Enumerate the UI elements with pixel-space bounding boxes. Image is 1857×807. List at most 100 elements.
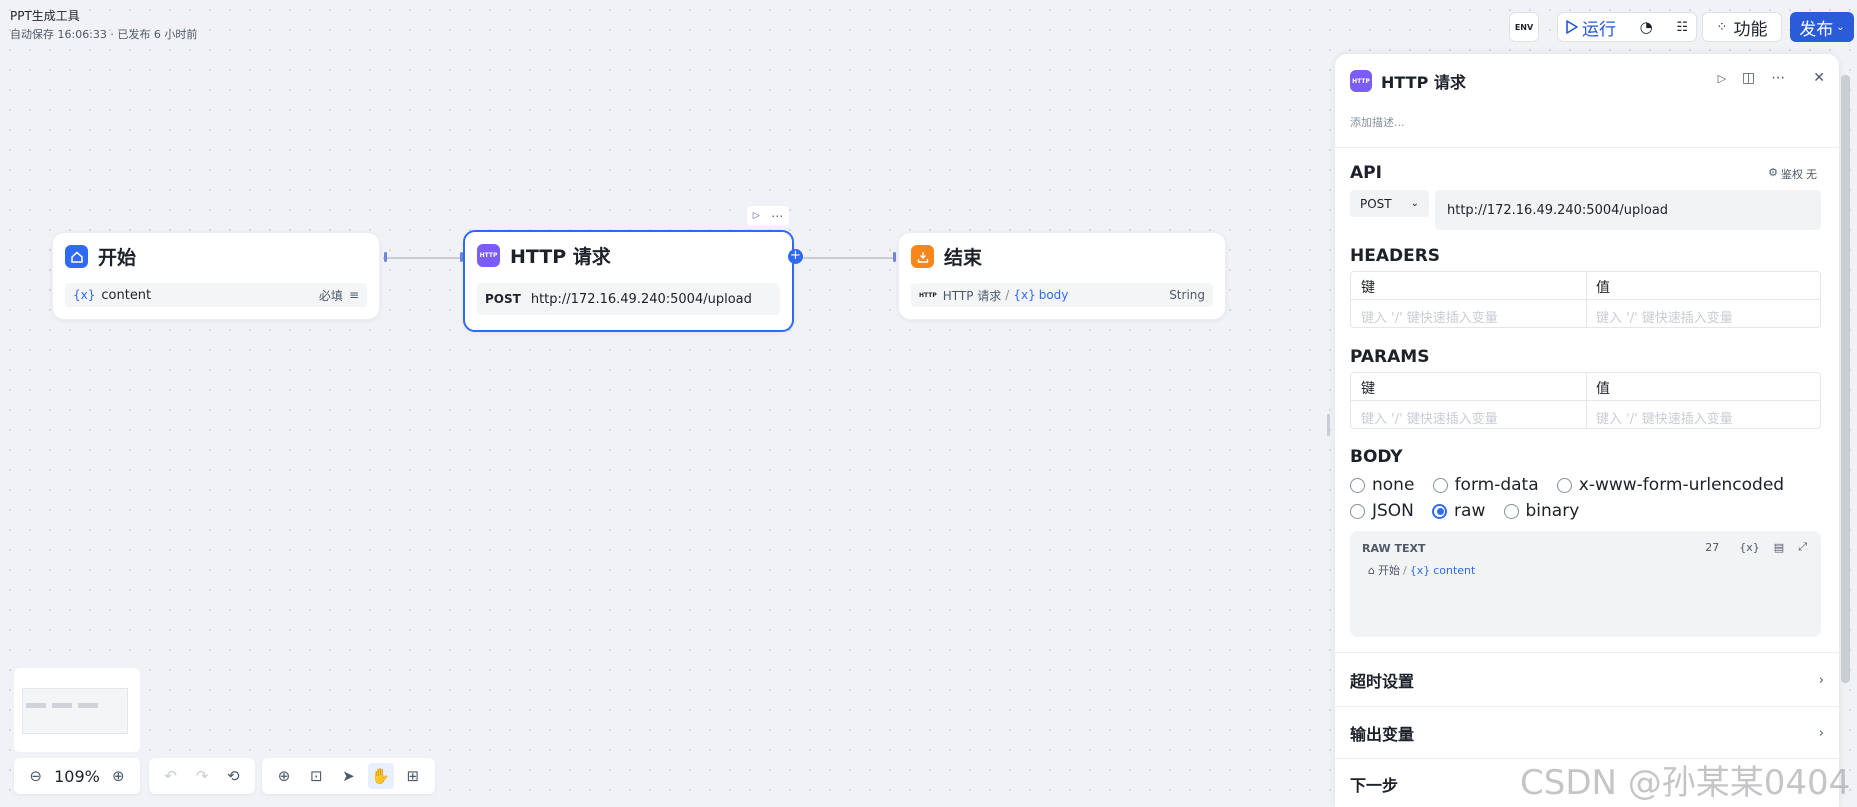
zoom-out-icon[interactable]: ⊖: [23, 763, 49, 789]
add-node-icon[interactable]: ⊕: [271, 763, 297, 789]
env-button[interactable]: ENV: [1509, 12, 1539, 42]
headers-key-input[interactable]: 键入 '/' 键快速插入变量: [1361, 307, 1498, 326]
headers-key-header: 键: [1361, 280, 1375, 296]
undo-icon[interactable]: ↶: [158, 763, 184, 789]
pointer-icon[interactable]: ➤: [335, 763, 361, 789]
redo-icon[interactable]: ↷: [189, 763, 215, 789]
params-key-header: 键: [1361, 381, 1375, 397]
publish-button[interactable]: 发布 ⌄: [1790, 12, 1854, 42]
ref-var: content: [1433, 563, 1476, 577]
divider: [1335, 652, 1839, 653]
close-icon[interactable]: ✕: [1813, 70, 1825, 86]
radio-circle: [1350, 477, 1365, 493]
watermark: CSDN @孙某某0404: [1520, 763, 1851, 803]
gear-icon: ⚙: [1768, 166, 1778, 179]
body-type-row-2: JSON raw binary: [1350, 501, 1593, 523]
save-status: 自动保存 16:06:33 · 已发布 6 小时前: [10, 28, 198, 41]
variable-icon: {x}: [1013, 288, 1036, 302]
http-node[interactable]: HTTP HTTP 请求 POST http://172.16.49.240:5…: [463, 230, 794, 332]
start-var-name: content: [101, 287, 152, 303]
output-section[interactable]: 输出变量 ›: [1350, 721, 1824, 745]
env-label: ENV: [1514, 22, 1534, 32]
add-node-icon[interactable]: +: [788, 249, 803, 264]
zoom-level[interactable]: 109%: [54, 767, 100, 786]
panel-resize-handle[interactable]: [1327, 414, 1330, 436]
params-value-header: 值: [1596, 381, 1610, 397]
menu-lines-icon: ≡: [348, 288, 359, 302]
timeout-title: 超时设置: [1350, 672, 1415, 691]
more-icon[interactable]: ⋯: [1771, 70, 1785, 86]
organize-icon[interactable]: ⊞: [400, 763, 426, 789]
start-node[interactable]: 开始 {x} content 必填 ≡: [52, 232, 380, 320]
auth-value: 无: [1806, 168, 1817, 181]
panel-title[interactable]: HTTP 请求: [1381, 69, 1466, 93]
run-node-icon[interactable]: ▷: [1718, 72, 1726, 85]
params-value-input[interactable]: 键入 '/' 键快速插入变量: [1596, 408, 1733, 427]
end-node-title: 结束: [944, 247, 983, 269]
divider: [1335, 706, 1839, 707]
type-label: String: [1169, 288, 1205, 302]
split-view-icon[interactable]: ◫: [1742, 70, 1755, 86]
http-node-title: HTTP 请求: [510, 246, 611, 268]
history-icon[interactable]: ⟲: [220, 763, 246, 789]
auth-label: 鉴权: [1781, 168, 1803, 181]
headers-value-header: 值: [1596, 280, 1610, 296]
gauge-icon[interactable]: ◔: [1640, 18, 1653, 36]
timeout-section[interactable]: 超时设置 ›: [1350, 668, 1824, 692]
auth-setting[interactable]: ⚙ 鉴权 无: [1768, 166, 1817, 182]
play-icon: [1566, 20, 1578, 34]
grid-icon: ⁘: [1716, 19, 1728, 35]
note-icon[interactable]: ⊡: [303, 763, 329, 789]
zoom-in-icon[interactable]: ⊕: [105, 763, 131, 789]
edge-http-end: [797, 257, 894, 259]
hand-icon[interactable]: ✋: [367, 763, 394, 789]
exit-icon: [911, 245, 934, 268]
canvas-toolbar: ⊕ ⊡ ➤ ✋ ⊞: [262, 758, 435, 794]
description-input[interactable]: 添加描述...: [1350, 114, 1405, 130]
body-radio-urlencoded[interactable]: x-www-form-urlencoded: [1556, 475, 1784, 495]
ref-separator: /: [1005, 288, 1010, 302]
expand-icon[interactable]: ⤢: [1798, 540, 1807, 554]
end-node[interactable]: 结束 HTTP HTTP 请求 / {x} body String: [898, 232, 1226, 320]
raw-text-variable-ref: ⌂ 开始 / {x} content: [1368, 562, 1475, 578]
radio-label: raw: [1454, 501, 1486, 521]
start-node-title: 开始: [98, 247, 137, 269]
run-toolbar: 运行 ◔ ☷: [1557, 12, 1697, 42]
body-radio-form-data[interactable]: form-data: [1432, 475, 1539, 495]
run-button[interactable]: 运行: [1566, 15, 1616, 40]
http-icon: HTTP: [1350, 70, 1372, 92]
insert-variable-icon[interactable]: {x}: [1739, 541, 1760, 554]
end-in-port[interactable]: [893, 252, 896, 262]
checklist-icon[interactable]: ☷: [1676, 20, 1688, 35]
ref-source: HTTP 请求: [942, 288, 1002, 303]
start-out-port[interactable]: [384, 252, 387, 262]
body-section-title: BODY: [1350, 447, 1403, 467]
minimap[interactable]: [14, 668, 140, 752]
body-radio-binary[interactable]: binary: [1503, 501, 1579, 521]
radio-label: form-data: [1454, 475, 1539, 495]
function-label: 功能: [1733, 19, 1768, 40]
chevron-down-icon: ⌄: [1836, 21, 1845, 33]
end-output-row: HTTP HTTP 请求 / {x} body String: [911, 283, 1213, 307]
panel-scrollbar[interactable]: [1841, 75, 1850, 683]
home-icon: ⌂: [1368, 563, 1375, 577]
node-run-icon[interactable]: ▷: [753, 211, 760, 221]
url-input[interactable]: http://172.16.49.240:5004/upload: [1435, 190, 1821, 230]
start-input-row: {x} content 必填 ≡: [65, 283, 367, 307]
params-key-input[interactable]: 键入 '/' 键快速插入变量: [1361, 408, 1498, 427]
raw-text-editor[interactable]: RAW TEXT 27 {x} ▤ ⤢ ⌂ 开始 / {x} content: [1350, 531, 1821, 637]
function-button[interactable]: ⁘ 功能: [1702, 12, 1782, 42]
radio-circle: [1503, 503, 1519, 519]
required-label: 必填: [318, 288, 343, 303]
headers-value-input[interactable]: 键入 '/' 键快速插入变量: [1596, 307, 1733, 326]
more-icon[interactable]: ⋯: [771, 209, 783, 223]
radio-label: none: [1372, 475, 1415, 495]
headers-section-title: HEADERS: [1350, 246, 1441, 266]
body-radio-none[interactable]: none: [1350, 475, 1414, 495]
method-select[interactable]: POST ⌄: [1350, 190, 1429, 217]
clipboard-icon[interactable]: ▤: [1774, 541, 1784, 554]
chevron-down-icon: ⌄: [1410, 198, 1419, 209]
body-radio-raw[interactable]: raw: [1432, 501, 1485, 521]
body-radio-json[interactable]: JSON: [1350, 501, 1414, 521]
ref-var: body: [1038, 288, 1069, 302]
